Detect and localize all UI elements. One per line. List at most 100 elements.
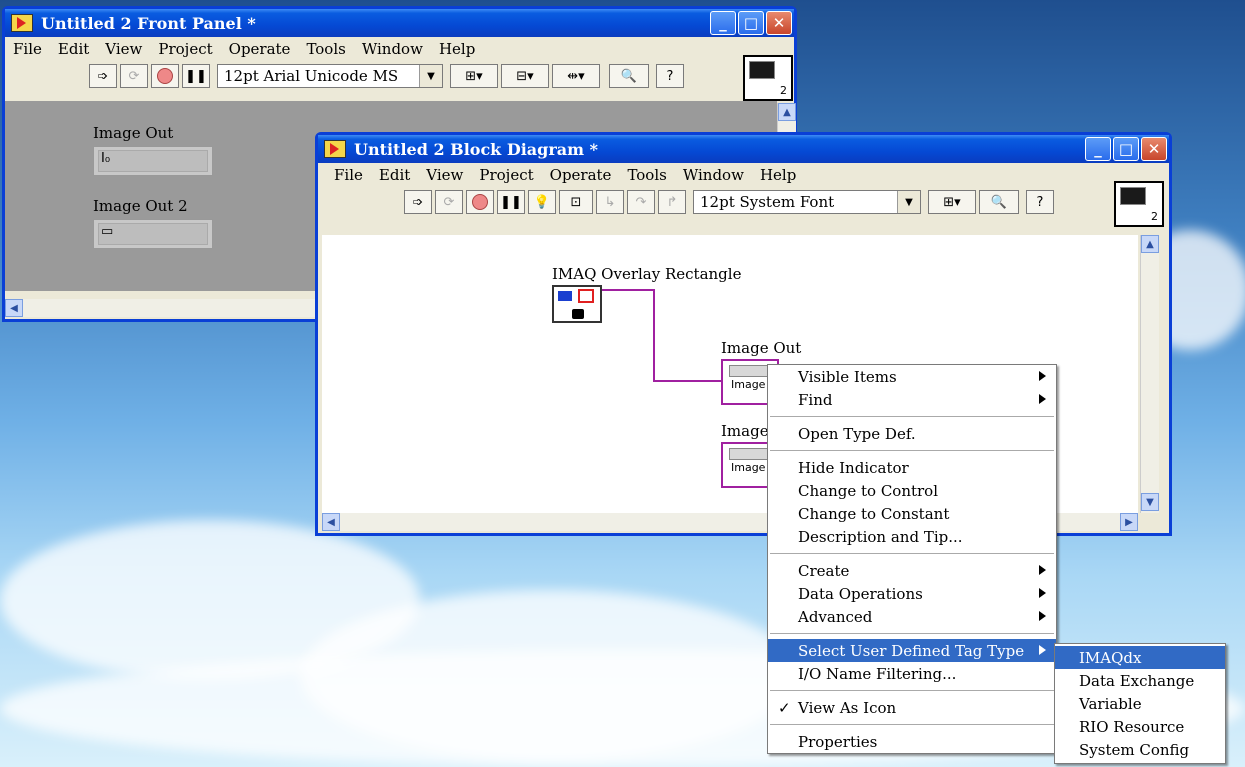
menu-item-label: View As Icon bbox=[798, 698, 897, 717]
vi-icon-number: 2 bbox=[780, 84, 787, 97]
control-label: Image Out bbox=[93, 124, 174, 142]
scroll-up-icon[interactable]: ▲ bbox=[778, 103, 796, 121]
control-label: Image Out 2 bbox=[93, 197, 188, 215]
run-continuous-icon[interactable]: ⟳ bbox=[120, 64, 148, 88]
minimize-button[interactable]: _ bbox=[710, 11, 736, 35]
menu-item-open-type-def[interactable]: Open Type Def. bbox=[768, 422, 1056, 445]
menu-item-label: RIO Resource bbox=[1079, 717, 1185, 736]
menu-view[interactable]: View bbox=[105, 40, 142, 58]
menu-item-label: I/O Name Filtering... bbox=[798, 664, 957, 683]
help-icon[interactable]: ? bbox=[656, 64, 684, 88]
menu-item-description-and-tip[interactable]: Description and Tip... bbox=[768, 525, 1056, 548]
menu-item-label: Data Exchange bbox=[1079, 671, 1195, 690]
maximize-button[interactable]: □ bbox=[738, 11, 764, 35]
menu-operate[interactable]: Operate bbox=[229, 40, 291, 58]
menu-item-hide-indicator[interactable]: Hide Indicator bbox=[768, 456, 1056, 479]
distribute-objects-icon[interactable]: ⊟▾ bbox=[501, 64, 549, 88]
submenu-item-rio-resource[interactable]: RIO Resource bbox=[1055, 715, 1225, 738]
menu-item-label: Data Operations bbox=[798, 584, 923, 603]
menu-item-select-user-defined-tag-type[interactable]: Select User Defined Tag Type bbox=[768, 639, 1056, 662]
image-out-2-indicator[interactable]: ▭ bbox=[93, 219, 213, 249]
submenu-item-system-config[interactable]: System Config bbox=[1055, 738, 1225, 761]
menu-file[interactable]: File bbox=[13, 40, 42, 58]
search-icon[interactable]: 🔍 bbox=[609, 64, 649, 88]
submenu-item-variable[interactable]: Variable bbox=[1055, 692, 1225, 715]
toolbar: ➩ ⟳ ❚❚ 12pt Arial Unicode MS ▼ ⊞▾ ⊟▾ ⇹▾ … bbox=[5, 61, 794, 91]
menu-separator bbox=[770, 724, 1054, 725]
menu-help[interactable]: Help bbox=[439, 40, 475, 58]
menu-item-change-to-constant[interactable]: Change to Constant bbox=[768, 502, 1056, 525]
run-arrow-icon[interactable]: ➩ bbox=[89, 64, 117, 88]
font-selector[interactable]: 12pt Arial Unicode MS ▼ bbox=[217, 64, 443, 88]
menu-item-label: Advanced bbox=[798, 607, 873, 626]
terminal-text: Image bbox=[731, 461, 766, 474]
submenu-arrow-icon bbox=[1039, 565, 1046, 575]
menu-item-label: Open Type Def. bbox=[798, 424, 916, 443]
submenu-arrow-icon bbox=[1039, 371, 1046, 381]
scroll-left-icon[interactable]: ◀ bbox=[322, 513, 340, 531]
menu-separator bbox=[770, 553, 1054, 554]
scroll-right-icon[interactable]: ▶ bbox=[1120, 513, 1138, 531]
menu-item-label: Properties bbox=[798, 732, 878, 751]
menu-item-label: Change to Constant bbox=[798, 504, 950, 523]
indicator-value: I₀ bbox=[98, 150, 208, 172]
menu-item-change-to-control[interactable]: Change to Control bbox=[768, 479, 1056, 502]
menu-item-advanced[interactable]: Advanced bbox=[768, 605, 1056, 628]
menu-item-label: Select User Defined Tag Type bbox=[798, 641, 1025, 660]
font-selector-value: 12pt Arial Unicode MS bbox=[224, 67, 399, 85]
menu-separator bbox=[770, 450, 1054, 451]
menu-item-label: Description and Tip... bbox=[798, 527, 963, 546]
align-objects-icon[interactable]: ⊞▾ bbox=[450, 64, 498, 88]
menu-separator bbox=[770, 416, 1054, 417]
submenu-item-imaqdx[interactable]: IMAQdx bbox=[1055, 646, 1225, 669]
submenu-arrow-icon bbox=[1039, 394, 1046, 404]
menu-bar: File Edit View Project Operate Tools Win… bbox=[5, 37, 794, 61]
submenu-arrow-icon bbox=[1039, 611, 1046, 621]
scroll-left-icon[interactable]: ◀ bbox=[5, 299, 23, 317]
front-panel-titlebar[interactable]: Untitled 2 Front Panel * _ □ ✕ bbox=[5, 9, 794, 37]
menu-item-data-operations[interactable]: Data Operations bbox=[768, 582, 1056, 605]
labview-icon bbox=[11, 14, 33, 32]
menu-item-label: IMAQdx bbox=[1079, 648, 1142, 667]
close-button[interactable]: ✕ bbox=[766, 11, 792, 35]
menu-item-io-name-filtering[interactable]: I/O Name Filtering... bbox=[768, 662, 1056, 685]
tag-type-submenu: IMAQdx Data Exchange Variable RIO Resour… bbox=[1054, 643, 1226, 764]
horizontal-scrollbar[interactable]: ◀ bbox=[5, 299, 325, 317]
menu-item-label: System Config bbox=[1079, 740, 1190, 759]
chevron-down-icon: ▼ bbox=[419, 65, 442, 87]
terminal-text: Image bbox=[731, 378, 766, 391]
submenu-item-data-exchange[interactable]: Data Exchange bbox=[1055, 669, 1225, 692]
menu-item-label: Change to Control bbox=[798, 481, 939, 500]
scroll-up-icon[interactable]: ▲ bbox=[1141, 235, 1159, 253]
menu-item-label: Hide Indicator bbox=[798, 458, 909, 477]
vi-icon[interactable]: 2 bbox=[743, 55, 793, 101]
menu-item-visible-items[interactable]: Visible Items bbox=[768, 365, 1056, 388]
menu-tools[interactable]: Tools bbox=[306, 40, 345, 58]
menu-item-view-as-icon[interactable]: ✓ View As Icon bbox=[768, 696, 1056, 719]
menu-project[interactable]: Project bbox=[158, 40, 212, 58]
menu-item-properties[interactable]: Properties bbox=[768, 730, 1056, 753]
resize-objects-icon[interactable]: ⇹▾ bbox=[552, 64, 600, 88]
window-title: Untitled 2 Front Panel * bbox=[41, 13, 256, 33]
menu-item-create[interactable]: Create bbox=[768, 559, 1056, 582]
menu-item-find[interactable]: Find bbox=[768, 388, 1056, 411]
submenu-arrow-icon bbox=[1039, 645, 1046, 655]
pause-icon[interactable]: ❚❚ bbox=[182, 64, 210, 88]
menu-item-label: Visible Items bbox=[798, 367, 897, 386]
menu-item-label: Variable bbox=[1079, 694, 1142, 713]
menu-window[interactable]: Window bbox=[362, 40, 423, 58]
menu-edit[interactable]: Edit bbox=[58, 40, 89, 58]
menu-item-label: Create bbox=[798, 561, 850, 580]
indicator-value: ▭ bbox=[98, 223, 208, 245]
abort-icon[interactable] bbox=[151, 64, 179, 88]
submenu-arrow-icon bbox=[1039, 588, 1046, 598]
context-menu: Visible Items Find Open Type Def. Hide I… bbox=[767, 364, 1057, 754]
image-out-indicator[interactable]: I₀ bbox=[93, 146, 213, 176]
menu-item-label: Find bbox=[798, 390, 833, 409]
terminal-label: Image Out bbox=[721, 339, 802, 357]
checkmark-icon: ✓ bbox=[778, 698, 791, 717]
vertical-scrollbar[interactable]: ▲ ▼ bbox=[1140, 235, 1159, 513]
menu-separator bbox=[770, 633, 1054, 634]
terminal-label: Image bbox=[721, 422, 769, 440]
scroll-down-icon[interactable]: ▼ bbox=[1141, 493, 1159, 511]
